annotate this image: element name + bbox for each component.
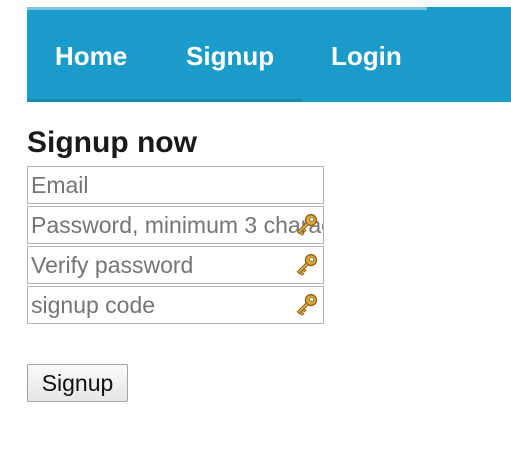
email-field-wrapper bbox=[27, 166, 324, 204]
key-icon[interactable] bbox=[292, 211, 320, 239]
signup-submit-button[interactable]: Signup bbox=[27, 364, 128, 402]
verify-password-field-wrapper bbox=[27, 246, 324, 284]
key-icon[interactable] bbox=[292, 291, 320, 319]
key-icon[interactable] bbox=[292, 251, 320, 279]
nav-bottom-shadow bbox=[27, 99, 302, 102]
nav-top-highlight bbox=[27, 7, 427, 10]
signup-code-field-wrapper bbox=[27, 286, 324, 324]
signup-code-input[interactable] bbox=[28, 287, 323, 323]
page-title: Signup now bbox=[27, 126, 197, 159]
password-input[interactable] bbox=[28, 207, 323, 243]
nav-link-login[interactable]: Login bbox=[331, 40, 402, 72]
email-input[interactable] bbox=[28, 167, 323, 203]
password-field-wrapper bbox=[27, 206, 324, 244]
top-nav-bar: Home Signup Login bbox=[27, 7, 511, 102]
verify-password-input[interactable] bbox=[28, 247, 323, 283]
nav-link-home[interactable]: Home bbox=[55, 40, 127, 72]
nav-link-signup[interactable]: Signup bbox=[186, 40, 274, 72]
